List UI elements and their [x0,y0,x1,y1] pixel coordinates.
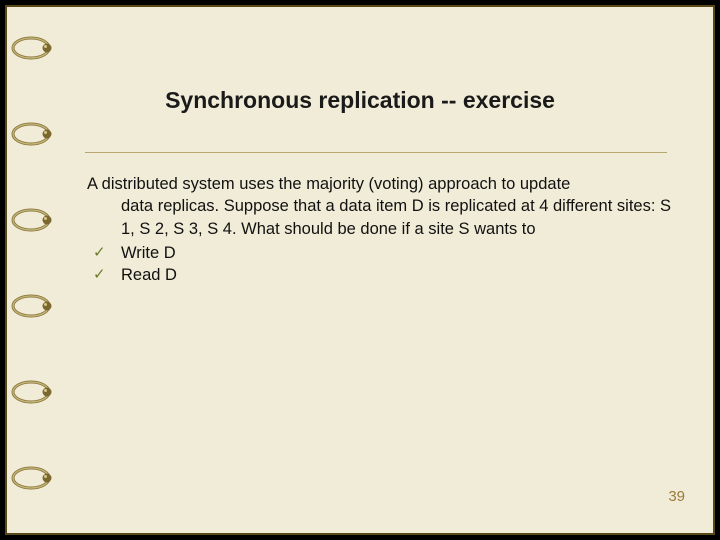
horizontal-rule [85,152,667,153]
ring-icon [11,119,51,149]
ring-icon [11,377,51,407]
intro-line-1: A distributed system uses the majority (… [87,173,672,195]
ring-icon [11,463,51,493]
page-number: 39 [668,488,685,505]
ring-icon [11,291,51,321]
ring-icon [11,33,51,63]
spiral-binding [7,7,51,533]
checkmark-icon: ✓ [87,242,121,264]
list-item: ✓ Read D [87,264,672,286]
bullet-list: ✓ Write D ✓ Read D [87,242,672,287]
intro-continuation: data replicas. Suppose that a data item … [87,195,672,240]
ring-icon [11,205,51,235]
list-item: ✓ Write D [87,242,672,264]
slide-title: Synchronous replication -- exercise [7,87,713,114]
intro-paragraph: A distributed system uses the majority (… [87,173,672,240]
checkmark-icon: ✓ [87,264,121,286]
bullet-text: Write D [121,242,672,264]
slide-body: A distributed system uses the majority (… [87,173,672,286]
bullet-text: Read D [121,264,672,286]
slide: Synchronous replication -- exercise A di… [5,5,715,535]
